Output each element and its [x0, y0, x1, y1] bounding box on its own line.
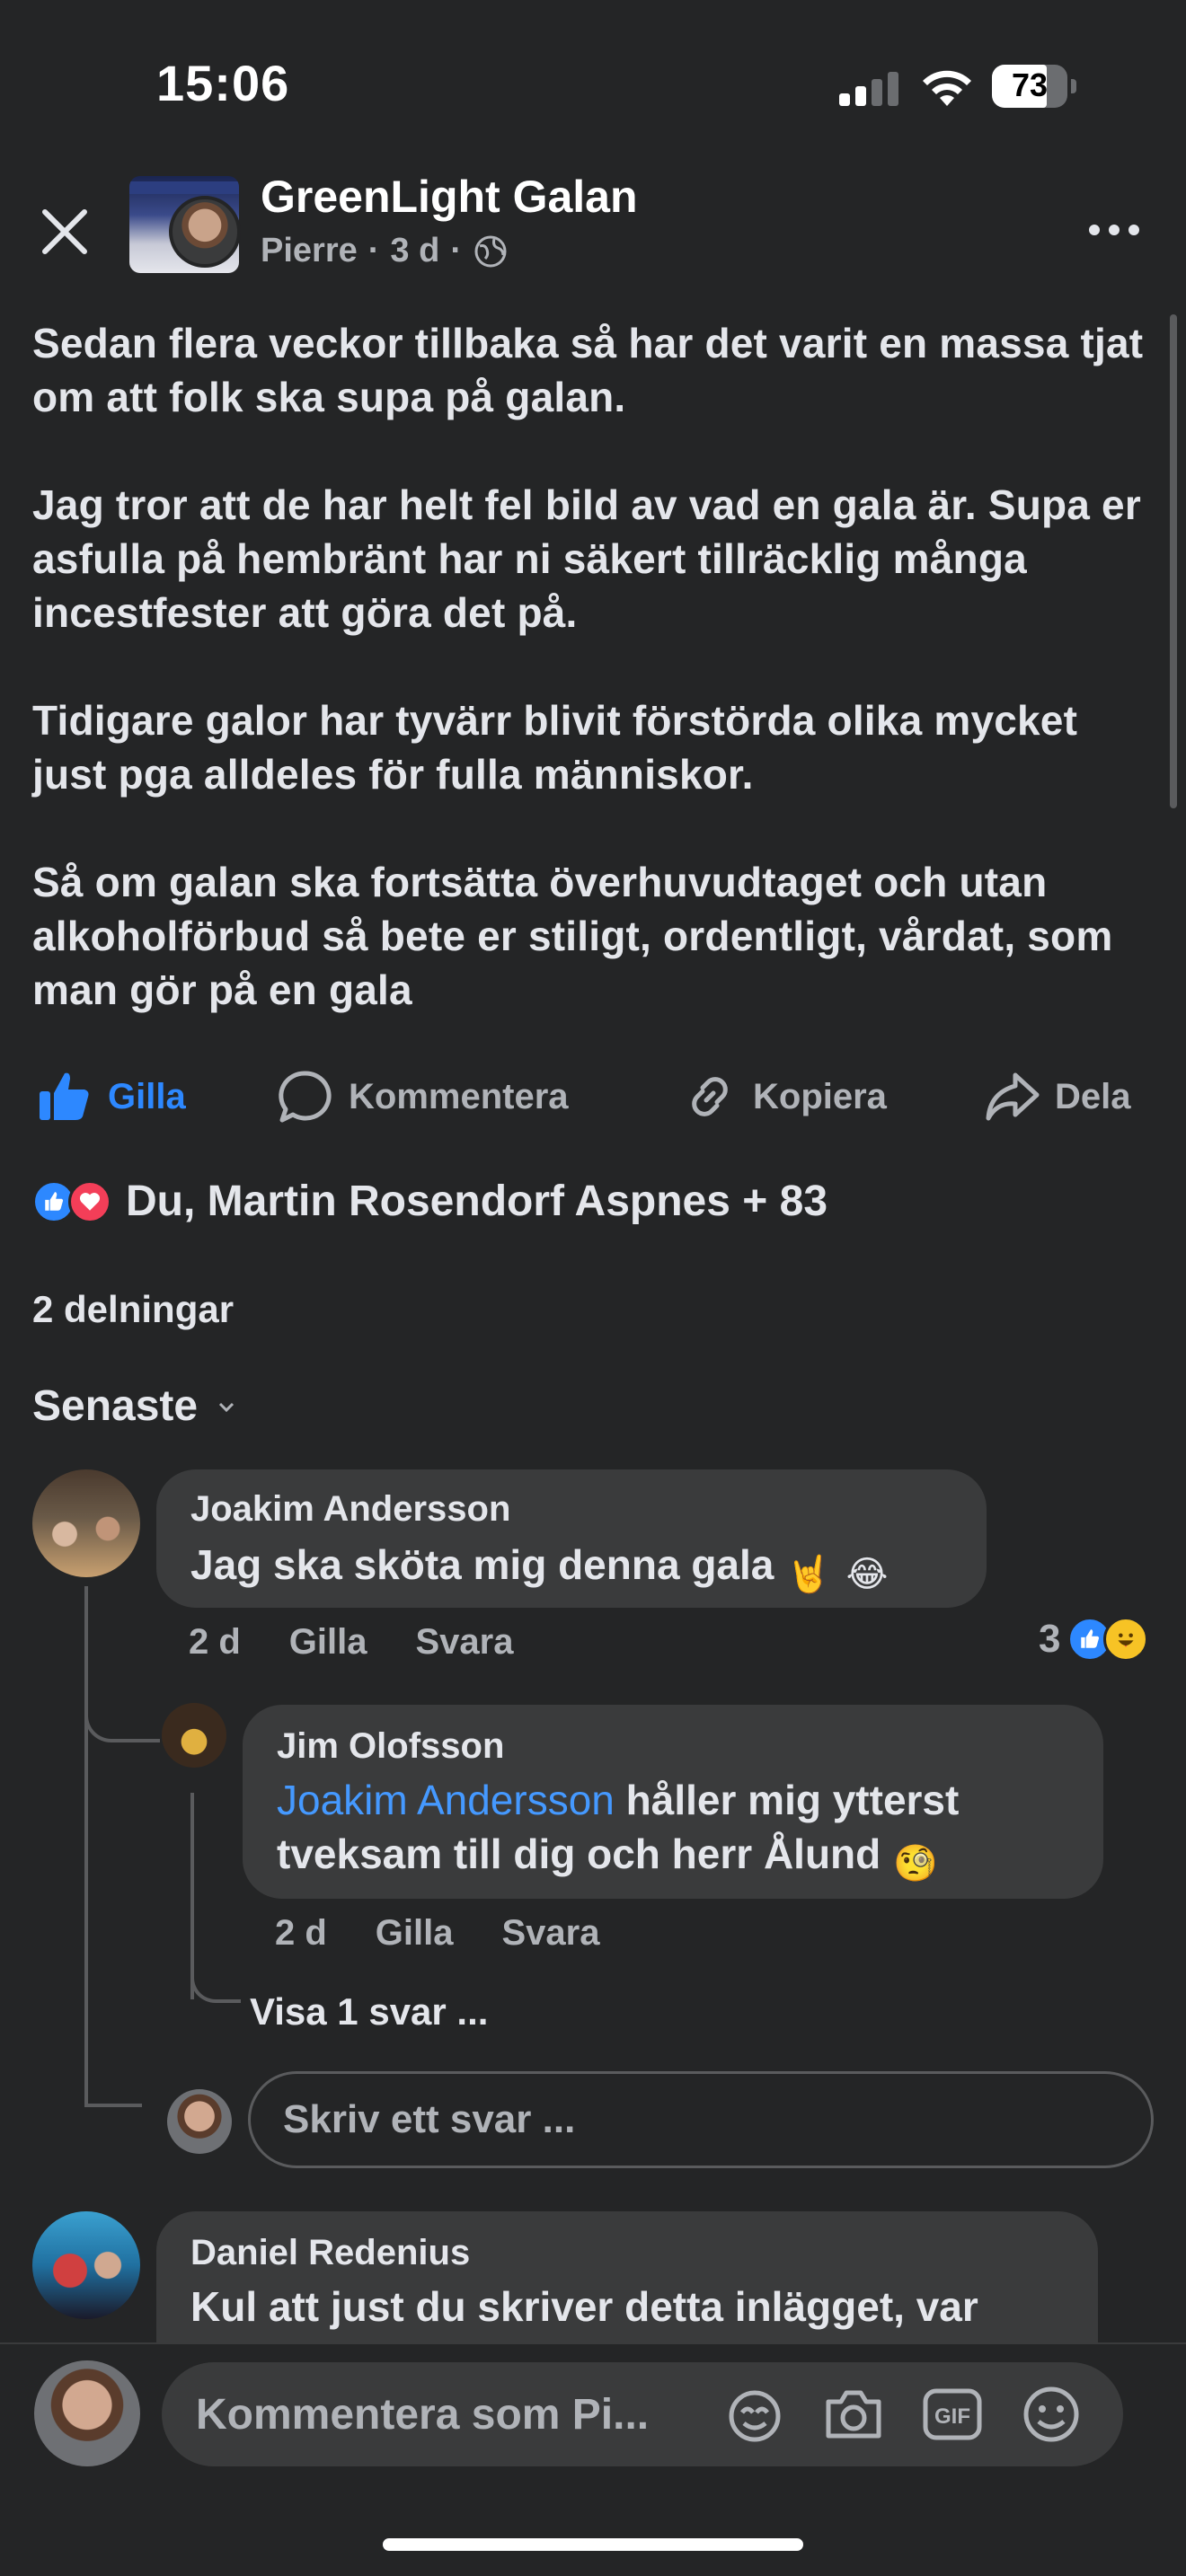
commenter-avatar[interactable] — [32, 1469, 140, 1577]
meta-separator: · — [367, 232, 380, 269]
thread-connector — [84, 1707, 160, 1742]
reply-reply-button[interactable]: Svara — [502, 1913, 600, 1954]
sort-dropdown[interactable]: Senaste — [32, 1381, 237, 1431]
my-avatar — [167, 2089, 232, 2154]
post-paragraph: Sedan flera veckor tillbaka så har det v… — [32, 320, 1144, 420]
commenter-avatar[interactable] — [32, 2211, 140, 2319]
mention-link[interactable]: Joakim Andersson — [277, 1777, 615, 1823]
reactions-summary[interactable]: Du, Martin Rosendorf Aspnes + 83 — [32, 1177, 828, 1226]
comment-body: Jag ska sköta mig denna gala — [190, 1541, 774, 1588]
meta-separator: · — [450, 232, 462, 269]
comment-meta: 2 d Gilla Svara — [189, 1622, 513, 1663]
page-title[interactable]: GreenLight Galan — [261, 171, 638, 223]
monocle-emoji: 🧐 — [893, 1844, 938, 1883]
reply-input[interactable]: Skriv ett svar ... — [248, 2071, 1154, 2168]
sort-label: Senaste — [32, 1382, 199, 1430]
love-reaction-icon — [68, 1179, 111, 1223]
more-options-icon[interactable] — [1089, 212, 1146, 248]
like-label: Gilla — [108, 1076, 186, 1116]
wifi-icon — [923, 70, 971, 106]
comment-button[interactable]: Kommentera — [277, 1065, 569, 1128]
copy-label: Kopiera — [753, 1076, 887, 1116]
thread-connector — [190, 1963, 241, 2003]
my-avatar[interactable] — [34, 2360, 140, 2466]
comment-reactions[interactable]: 3 — [1039, 1617, 1149, 1662]
haha-reaction-icon — [1103, 1617, 1149, 1662]
share-button[interactable]: Dela — [983, 1065, 1131, 1128]
post-paragraph: Så om galan ska fortsätta överhuvudtaget… — [32, 859, 1113, 1013]
copy-link-button[interactable]: Kopiera — [681, 1065, 887, 1128]
post-text: Sedan flera veckor tillbaka så har det v… — [32, 316, 1155, 1017]
commenter-name[interactable]: Daniel Redenius — [190, 2233, 470, 2273]
like-button[interactable]: Gilla — [36, 1065, 186, 1128]
cellular-signal-icon — [839, 72, 902, 106]
comment-reply-button[interactable]: Svara — [416, 1622, 514, 1663]
reactions-text: Du, Martin Rosendorf Aspnes + 83 — [126, 1178, 828, 1225]
like-icon — [40, 1072, 89, 1120]
thread-line — [84, 1586, 88, 2107]
camera-icon[interactable] — [821, 2382, 886, 2447]
comment-reaction-count: 3 — [1039, 1617, 1061, 1661]
avatar-sticker-icon[interactable] — [722, 2382, 787, 2447]
comment-text: Jag ska sköta mig denna gala 🤘 😂 — [190, 1538, 890, 1598]
battery-indicator: 73 — [992, 65, 1076, 108]
reply-like-button[interactable]: Gilla — [376, 1913, 454, 1954]
scrollbar[interactable] — [1170, 314, 1177, 808]
chevron-down-icon — [219, 1402, 235, 1412]
post-paragraph: Jag tror att de har helt fel bild av vad… — [32, 481, 1141, 636]
status-time: 15:06 — [156, 55, 290, 111]
author-avatar[interactable] — [169, 196, 241, 268]
globe-icon — [474, 235, 507, 267]
close-icon[interactable] — [32, 199, 97, 264]
comment-input-placeholder: Kommentera som Pi... — [196, 2390, 650, 2439]
svg-text:GIF: GIF — [934, 2404, 970, 2429]
share-label: Dela — [1055, 1076, 1131, 1116]
comment-bubble[interactable]: Joakim Andersson Jag ska sköta mig denna… — [156, 1469, 987, 1608]
gif-icon[interactable]: GIF — [920, 2382, 985, 2447]
comment-label: Kommentera — [349, 1076, 569, 1116]
comment-input[interactable]: Kommentera som Pi... GIF — [162, 2362, 1123, 2466]
post-age: 3 d — [390, 232, 440, 269]
comment-text: Kul att just du skriver detta inlägget, … — [190, 2283, 978, 2330]
link-icon — [692, 1077, 728, 1116]
laughing-emoji: 😂 — [845, 1555, 889, 1594]
reply-age: 2 d — [275, 1913, 327, 1953]
reply-meta: 2 d Gilla Svara — [275, 1913, 599, 1954]
emoji-icon[interactable] — [1019, 2382, 1084, 2447]
view-more-replies[interactable]: Visa 1 svar ... — [250, 1990, 488, 2033]
share-count[interactable]: 2 delningar — [32, 1288, 234, 1331]
battery-level-text: 73 — [1011, 66, 1049, 103]
commenter-name[interactable]: Joakim Andersson — [190, 1489, 510, 1530]
comment-age: 2 d — [189, 1622, 241, 1662]
comment-icon — [279, 1071, 332, 1123]
reply-bubble[interactable]: Jim Olofsson Joakim Andersson håller mig… — [243, 1705, 1103, 1899]
post-paragraph: Tidigare galor har tyvärr blivit förstör… — [32, 697, 1078, 798]
comment-like-button[interactable]: Gilla — [289, 1622, 367, 1663]
share-icon — [986, 1072, 1040, 1121]
reply-avatar[interactable] — [162, 1703, 226, 1768]
home-indicator[interactable] — [383, 2538, 803, 2551]
thread-line — [84, 2104, 142, 2107]
post-meta: Pierre · 3 d · — [261, 232, 509, 270]
rock-on-emoji: 🤘 — [786, 1555, 832, 1594]
reply-author-name[interactable]: Jim Olofsson — [277, 1726, 504, 1767]
author-name[interactable]: Pierre — [261, 232, 358, 270]
reply-text: Joakim Andersson håller mig ytterst tvek… — [277, 1773, 1085, 1887]
